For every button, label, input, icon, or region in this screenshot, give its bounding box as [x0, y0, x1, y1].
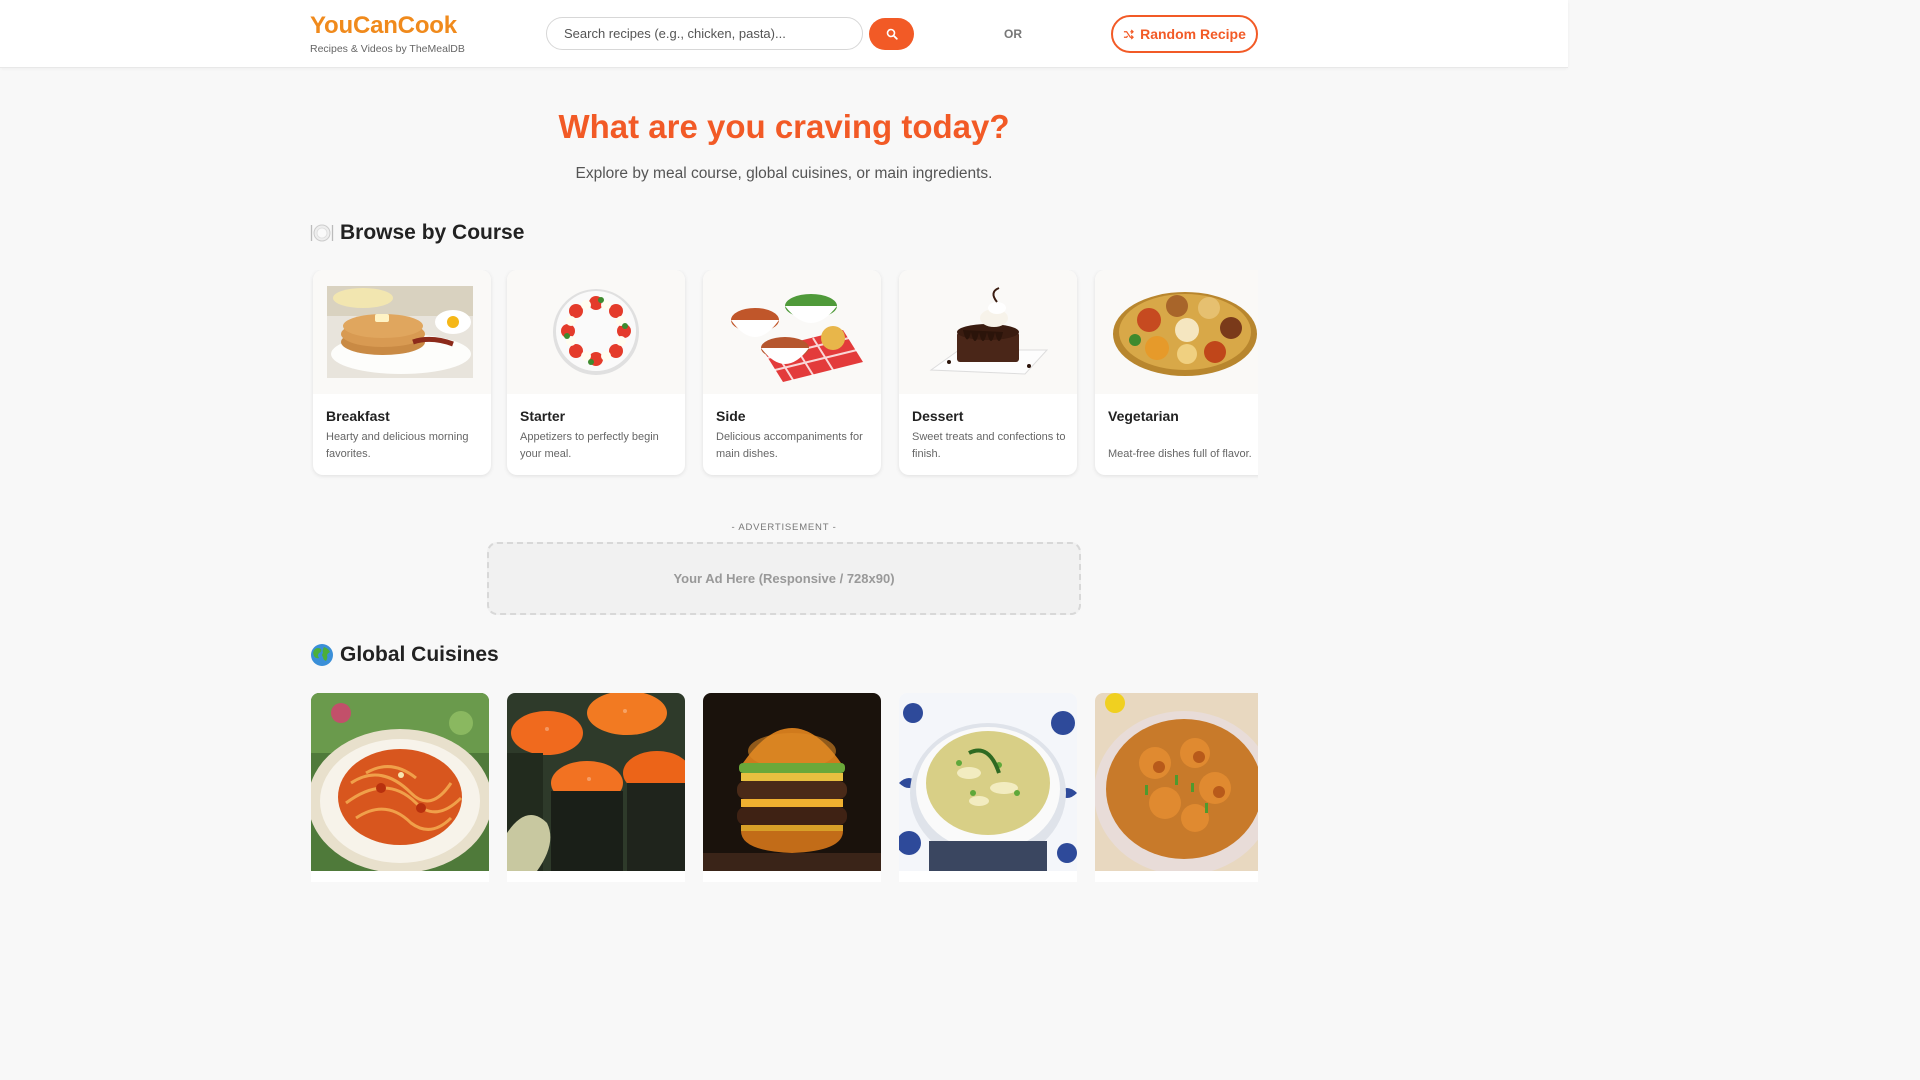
- course-image: [313, 270, 491, 394]
- course-image: [899, 270, 1077, 394]
- random-recipe-button[interactable]: Random Recipe: [1111, 15, 1258, 53]
- cuisine-card[interactable]: [507, 693, 685, 882]
- sushi-rolls-image: [507, 693, 685, 871]
- course-title: Side: [716, 408, 746, 424]
- starter-image: [553, 289, 639, 375]
- curry-image: [1095, 693, 1258, 871]
- course-section-title: Browse by Course: [310, 221, 524, 245]
- cuisine-card[interactable]: [703, 693, 881, 882]
- course-row: Breakfast Hearty and delicious morning f…: [310, 270, 1258, 480]
- course-description: Hearty and delicious morning favorites.: [326, 431, 469, 460]
- cuisine-card[interactable]: [899, 693, 1077, 882]
- shuffle-icon: [1124, 28, 1135, 40]
- brand-subtitle: Recipes & Videos by TheMealDB: [310, 43, 465, 55]
- course-title: Dessert: [912, 408, 964, 424]
- egg-drop-soup-image: [899, 693, 1077, 871]
- course-title: Breakfast: [326, 408, 390, 424]
- course-image: [703, 270, 881, 394]
- search-button[interactable]: [869, 18, 914, 50]
- ad-placeholder[interactable]: Your Ad Here (Responsive / 728x90): [487, 542, 1081, 615]
- course-description: Delicious accompaniments for main dishes…: [716, 431, 863, 460]
- course-section-label: Browse by Course: [340, 221, 525, 244]
- dessert-image: [929, 287, 1049, 375]
- cuisine-card[interactable]: [1095, 693, 1258, 882]
- or-label: OR: [1004, 27, 1022, 41]
- course-card-starter[interactable]: Starter Appetizers to perfectly begin yo…: [507, 270, 685, 475]
- breakfast-image: [327, 286, 473, 378]
- course-title: Vegetarian: [1108, 408, 1179, 424]
- course-card-dessert[interactable]: Dessert Sweet treats and confections to …: [899, 270, 1077, 475]
- top-header: YouCanCook Recipes & Videos by TheMealDB…: [0, 0, 1568, 68]
- course-card-vegetarian[interactable]: Vegetarian Meat-free dishes full of flav…: [1095, 270, 1258, 475]
- course-image: [1095, 270, 1258, 394]
- ad-label: - ADVERTISEMENT -: [731, 522, 837, 533]
- side-image: [731, 294, 863, 382]
- cuisine-row: [310, 693, 1258, 882]
- ad-placeholder-text: Your Ad Here (Responsive / 728x90): [673, 571, 895, 586]
- hero-subtitle: Explore by meal course, global cuisines,…: [575, 165, 993, 182]
- course-description: Meat-free dishes full of flavor.: [1108, 448, 1252, 460]
- plate-icon: [310, 224, 334, 242]
- course-card-breakfast[interactable]: Breakfast Hearty and delicious morning f…: [313, 270, 491, 475]
- random-recipe-label: Random Recipe: [1140, 26, 1246, 42]
- burger-image: [703, 693, 881, 871]
- cuisine-card[interactable]: [311, 693, 489, 882]
- course-description: Appetizers to perfectly begin your meal.: [520, 431, 659, 460]
- vegetarian-image: [1113, 292, 1257, 376]
- globe-icon: [311, 644, 333, 666]
- course-description: Sweet treats and confections to finish.: [912, 431, 1066, 460]
- search-icon: [886, 28, 898, 40]
- brand[interactable]: YouCanCook Recipes & Videos by TheMealDB: [310, 12, 465, 55]
- course-card-side[interactable]: Side Delicious accompaniments for main d…: [703, 270, 881, 475]
- spaghetti-image: [311, 693, 489, 871]
- cuisine-section-label: Global Cuisines: [340, 643, 499, 666]
- hero-title: What are you craving today?: [558, 108, 1010, 145]
- brand-name[interactable]: YouCanCook: [310, 12, 465, 40]
- course-image: [507, 270, 685, 394]
- search-input[interactable]: [546, 17, 863, 50]
- course-title: Starter: [520, 408, 566, 424]
- cuisine-section-title: Global Cuisines: [310, 643, 499, 667]
